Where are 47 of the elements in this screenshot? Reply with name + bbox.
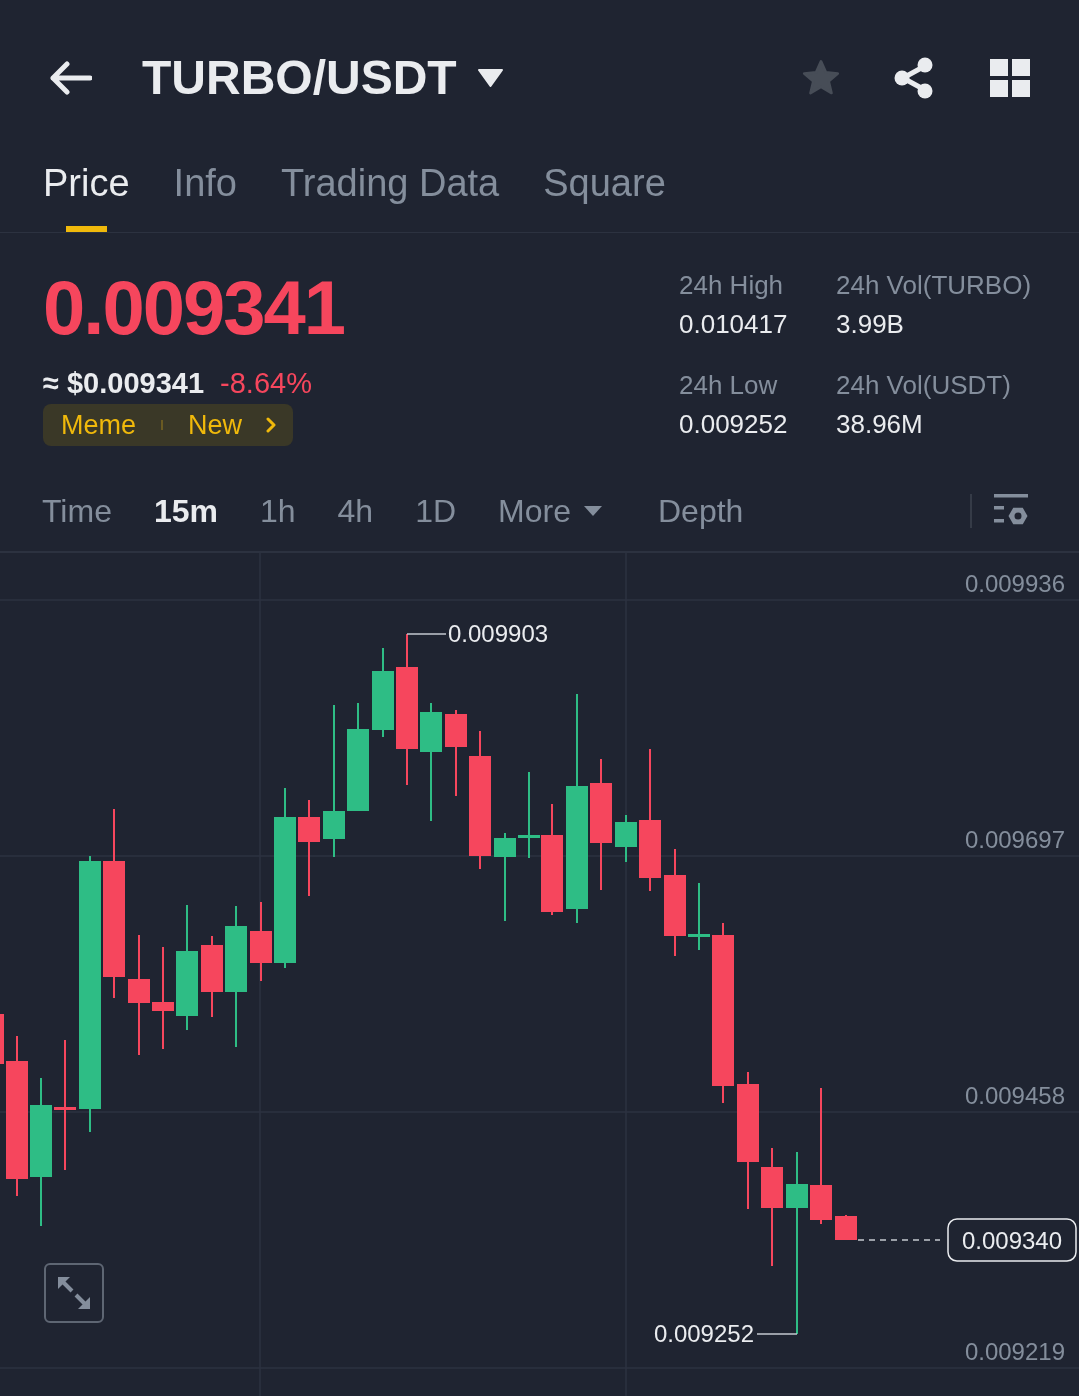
candlestick xyxy=(0,1014,4,1064)
caret-down-icon xyxy=(583,505,602,516)
interval-tab[interactable]: 1D xyxy=(415,490,457,531)
interval-tab[interactable]: 15m xyxy=(153,490,218,531)
caret-down-icon xyxy=(477,69,503,87)
price-scale-label: 0.009697 xyxy=(964,826,1065,853)
interval-tab[interactable]: Depth xyxy=(657,490,744,531)
share-icon[interactable] xyxy=(892,57,935,99)
stat-value: 3.99B xyxy=(836,308,905,341)
tag-label: New xyxy=(188,409,243,441)
candlestick xyxy=(615,814,637,863)
interval-tab[interactable]: 4h xyxy=(337,490,374,531)
stat-value: 0.009252 xyxy=(679,408,789,441)
pair-selector[interactable]: TURBO/USDT xyxy=(142,51,503,105)
tab[interactable]: Info xyxy=(173,156,237,232)
stat-label: 24h Vol(USDT) xyxy=(836,369,1012,402)
stat-value: 0.010417 xyxy=(679,308,789,341)
stat-label: 24h Vol(TURBO) xyxy=(836,269,1033,302)
tab[interactable]: Trading Data xyxy=(280,156,500,232)
leader-line xyxy=(756,1333,798,1335)
expand-button[interactable] xyxy=(44,1263,104,1323)
high-price-label: 0.009903 xyxy=(448,620,549,647)
stat-value: 38.96M xyxy=(836,408,924,441)
price-change: -8.64% xyxy=(220,366,312,401)
price-scale-label: 0.009219 xyxy=(964,1338,1065,1365)
interval-tab[interactable]: Time xyxy=(42,490,112,531)
last-price: 0.009341 xyxy=(43,270,344,346)
tag-pill[interactable]: Meme New xyxy=(43,404,294,446)
tab[interactable]: Square xyxy=(543,156,666,232)
back-icon[interactable] xyxy=(48,61,92,95)
stat-label: 24h Low xyxy=(679,369,779,402)
more-dropdown[interactable]: More xyxy=(498,490,602,531)
candlestick xyxy=(688,882,710,951)
last-price-tag: 0.009340 xyxy=(947,1218,1077,1262)
price-scale-label: 0.009936 xyxy=(964,570,1065,597)
fiat-price: ≈ $0.009341 xyxy=(43,366,205,401)
tag-label: Meme xyxy=(61,409,136,441)
grid-icon[interactable] xyxy=(989,59,1030,97)
chevron-right-icon xyxy=(266,417,277,433)
interval-tab[interactable]: 1h xyxy=(259,490,296,531)
price-scale-label: 0.009458 xyxy=(964,1082,1065,1109)
leader-line xyxy=(406,633,447,635)
tab[interactable]: Price xyxy=(43,156,130,232)
expand-icon xyxy=(57,1276,91,1310)
low-price-label: 0.009252 xyxy=(653,1320,754,1347)
stat-label: 24h High xyxy=(679,269,785,302)
candlestick xyxy=(835,1214,857,1241)
